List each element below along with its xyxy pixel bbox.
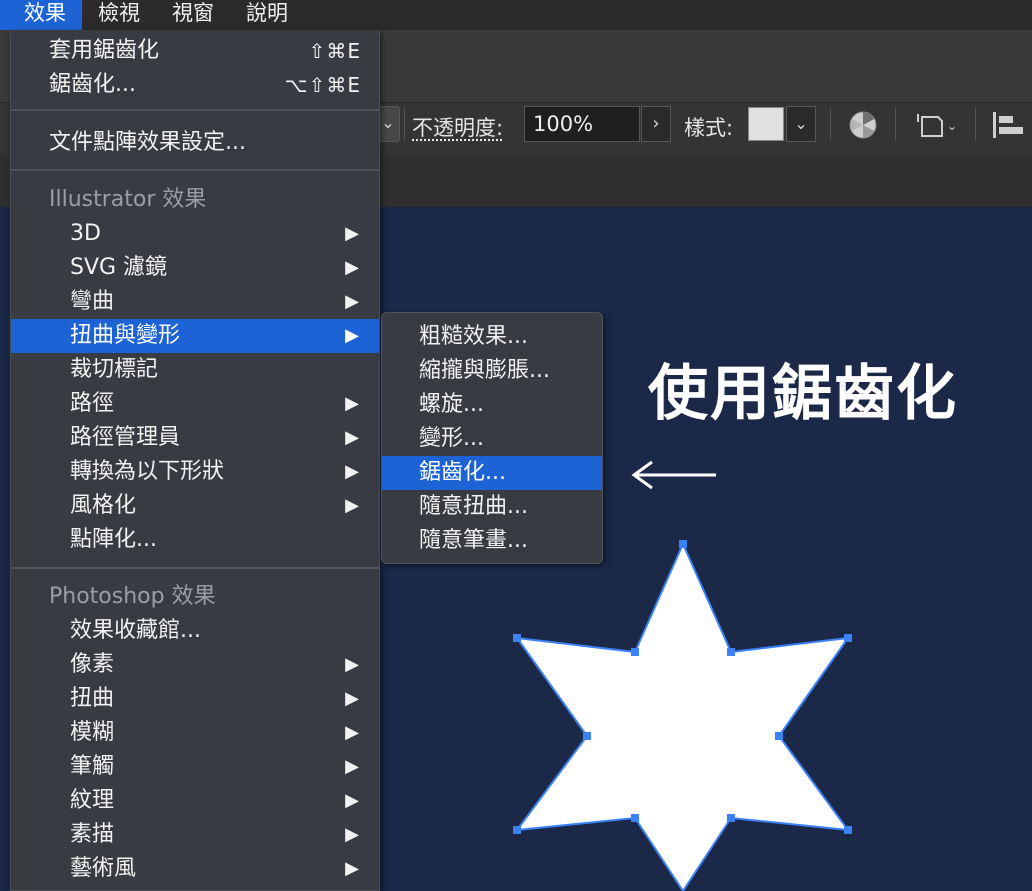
- menu-item-label: 轉換為以下形狀: [70, 459, 225, 484]
- submenu-arrow-icon: ▶: [345, 858, 359, 879]
- submenu-arrow-icon: ▶: [345, 393, 359, 414]
- anchor-point: [631, 814, 639, 822]
- photoshop-effect-menu-item[interactable]: 扭曲 ▶: [11, 682, 379, 716]
- photoshop-effect-menu-item[interactable]: 紋理 ▶: [11, 784, 379, 818]
- distort-submenu-item[interactable]: 隨意筆畫...: [382, 524, 602, 558]
- menu-item-label: 彎曲: [70, 289, 115, 314]
- menu-separator: [11, 109, 379, 111]
- distort-submenu-item[interactable]: 粗糙效果...: [382, 320, 602, 354]
- distort-submenu-item[interactable]: 縮攏與膨脹...: [382, 354, 602, 388]
- menu-item-label: 鋸齒化...: [49, 72, 136, 97]
- illustrator-effect-menu-item[interactable]: 彎曲 ▶: [11, 285, 379, 319]
- illustrator-effect-menu-item[interactable]: 路徑管理員 ▶: [11, 421, 379, 455]
- photoshop-effect-menu-item[interactable]: 效果收藏館...: [11, 614, 379, 648]
- menu-item-raster-settings[interactable]: 文件點陣效果設定...: [11, 126, 379, 160]
- left-arrow-icon: [631, 460, 716, 490]
- menu-item-label: 路徑管理員: [70, 425, 181, 450]
- submenu-arrow-icon: ▶: [345, 688, 359, 709]
- menu-item-label: 藝術風: [70, 856, 137, 881]
- distort-submenu-item[interactable]: 鋸齒化...: [382, 456, 602, 490]
- menu-item-label: 扭曲與變形: [70, 323, 181, 348]
- menu-item-label: 點陣化...: [70, 527, 157, 552]
- annotation-text: 使用鋸齒化: [648, 359, 958, 429]
- submenu-arrow-icon: ▶: [345, 325, 359, 346]
- shortcut-label: ⇧⌘E: [308, 39, 361, 63]
- distort-submenu-item[interactable]: 螺旋...: [382, 388, 602, 422]
- anchor-point: [679, 540, 687, 548]
- photoshop-effect-menu-item[interactable]: 像素 ▶: [11, 648, 379, 682]
- menu-item-label: 套用鋸齒化: [49, 38, 160, 63]
- submenu-arrow-icon: ▶: [345, 756, 359, 777]
- submenu-arrow-icon: ▶: [345, 461, 359, 482]
- menu-item-label: 筆觸: [70, 754, 115, 779]
- menu-separator: [11, 169, 379, 171]
- section-header-photoshop: Photoshop 效果: [49, 584, 216, 609]
- menu-item-label: 模糊: [70, 720, 115, 745]
- submenu-arrow-icon: ▶: [345, 722, 359, 743]
- submenu-arrow-icon: ▶: [345, 223, 359, 244]
- section-header-illustrator: Illustrator 效果: [49, 187, 207, 212]
- menu-item-label: 路徑: [70, 391, 115, 416]
- distort-submenu-item[interactable]: 變形...: [382, 422, 602, 456]
- photoshop-effect-menu-item[interactable]: 筆觸 ▶: [11, 750, 379, 784]
- illustrator-effect-menu-item[interactable]: 轉換為以下形狀 ▶: [11, 455, 379, 489]
- illustrator-effect-menu-item[interactable]: 路徑 ▶: [11, 387, 379, 421]
- submenu-arrow-icon: ▶: [345, 495, 359, 516]
- anchor-point: [513, 826, 521, 834]
- anchor-point: [631, 648, 639, 656]
- effect-menu-dropdown: 套用鋸齒化 ⇧⌘E 鋸齒化... ⌥⇧⌘E 文件點陣效果設定... Illust…: [10, 30, 380, 891]
- menu-item-label: 裁切標記: [70, 357, 159, 382]
- photoshop-effect-menu-item[interactable]: 素描 ▶: [11, 818, 379, 852]
- anchor-point: [775, 732, 783, 740]
- menu-item-label: 素描: [70, 822, 115, 847]
- illustrator-effect-menu-item[interactable]: 扭曲與變形 ▶: [11, 319, 379, 353]
- distort-transform-submenu: 粗糙效果... 縮攏與膨脹... 螺旋... 變形... 鋸齒化... 隨意扭曲... 隨意…: [381, 312, 603, 564]
- photoshop-effect-menu-item[interactable]: 模糊 ▶: [11, 716, 379, 750]
- anchor-point: [844, 634, 852, 642]
- illustrator-effect-menu-item[interactable]: 點陣化...: [11, 523, 379, 557]
- submenu-arrow-icon: ▶: [345, 257, 359, 278]
- shortcut-label: ⌥⇧⌘E: [284, 73, 361, 97]
- distort-submenu-item[interactable]: 隨意扭曲...: [382, 490, 602, 524]
- menu-item-label: 扭曲: [70, 686, 115, 711]
- anchor-point: [844, 826, 852, 834]
- submenu-arrow-icon: ▶: [345, 291, 359, 312]
- menu-item-label: 風格化: [70, 493, 137, 518]
- menu-item-last-effect[interactable]: 鋸齒化... ⌥⇧⌘E: [11, 68, 379, 102]
- submenu-arrow-icon: ▶: [345, 427, 359, 448]
- menu-item-label: 像素: [70, 652, 115, 677]
- submenu-arrow-icon: ▶: [345, 790, 359, 811]
- submenu-arrow-icon: ▶: [345, 824, 359, 845]
- menu-item-apply-last-effect[interactable]: 套用鋸齒化 ⇧⌘E: [11, 34, 379, 68]
- menu-item-label: SVG 濾鏡: [70, 255, 168, 280]
- anchor-point: [727, 648, 735, 656]
- submenu-arrow-icon: ▶: [345, 654, 359, 675]
- illustrator-effect-menu-item[interactable]: SVG 濾鏡 ▶: [11, 251, 379, 285]
- illustrator-effect-menu-item[interactable]: 裁切標記: [11, 353, 379, 387]
- anchor-point: [727, 814, 735, 822]
- menu-item-label: 紋理: [70, 788, 115, 813]
- menu-item-label: 3D: [70, 221, 101, 246]
- illustrator-effect-menu-item[interactable]: 3D ▶: [11, 217, 379, 251]
- photoshop-effect-menu-item[interactable]: 藝術風 ▶: [11, 852, 379, 886]
- anchor-point: [513, 634, 521, 642]
- star-shape[interactable]: [514, 541, 851, 891]
- menu-separator: [11, 567, 379, 569]
- anchor-point: [583, 732, 591, 740]
- illustrator-effect-menu-item[interactable]: 風格化 ▶: [11, 489, 379, 523]
- menu-item-label: 效果收藏館...: [70, 618, 201, 643]
